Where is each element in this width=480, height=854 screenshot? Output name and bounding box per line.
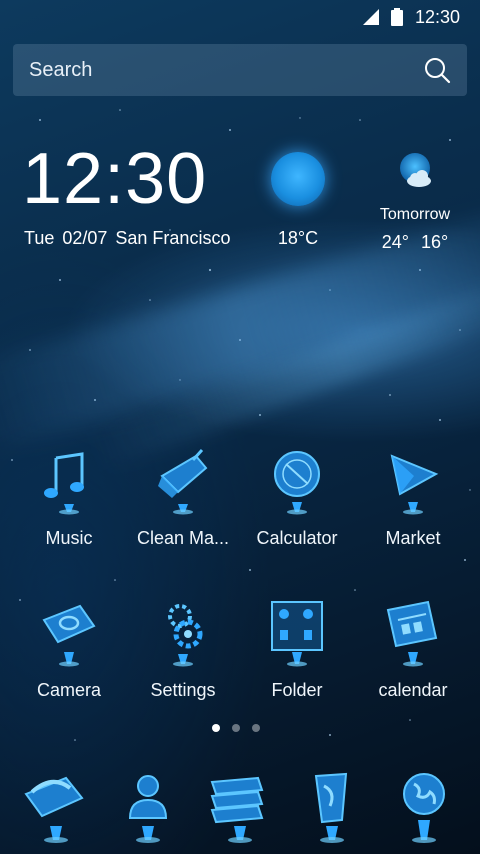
date-label: 02/07 [62,228,108,248]
date-location: Tue 02/07 San Francisco [24,228,230,249]
signal-icon [362,9,379,25]
current-temperature: 18°C [277,228,319,248]
folder-icon [271,601,323,667]
phone-icon[interactable] [16,766,96,846]
clock-time[interactable]: 12:30 [22,138,207,220]
tomorrow-high: 24° [381,232,409,252]
tomorrow-temps: 24° 16° [370,232,460,253]
app-market[interactable]: Market [358,446,468,549]
day-label: Tue [24,228,55,248]
app-folder[interactable]: Folder [242,598,352,701]
status-time: 12:30 [414,6,460,27]
app-clean-master[interactable]: Clean Ma... [128,446,238,549]
tomorrow-weather[interactable]: Tomorrow 24° 16° [370,152,460,253]
broom-icon [158,448,208,515]
status-bar: 12:30 [0,0,480,34]
globe-icon[interactable] [384,766,464,846]
current-weather[interactable]: 18°C [266,152,330,249]
app-calculator[interactable]: Calculator [242,446,352,549]
calendar-icon [386,600,438,667]
app-label: Folder [271,680,323,700]
page-dot[interactable] [252,724,260,732]
page-indicator [212,724,260,732]
gear-icon [168,604,203,667]
city-label: San Francisco [115,228,231,248]
app-label: Camera [36,680,102,700]
app-label: Market [385,528,441,548]
battery-icon [390,8,403,26]
app-label: calendar [378,680,448,700]
tomorrow-low: 16° [421,232,449,252]
play-store-icon [390,454,439,515]
app-label: Calculator [256,528,338,548]
search-icon[interactable] [423,56,451,84]
partly-cloudy-icon [400,153,431,187]
camera-icon [42,604,96,667]
tomorrow-label: Tomorrow [379,206,451,223]
app-label: Settings [150,680,216,700]
app-camera[interactable]: Camera [14,598,124,701]
browser-icon[interactable] [292,766,372,846]
app-music[interactable]: Music [14,446,124,549]
search-bar[interactable]: Search [13,44,467,96]
page-dot-active[interactable] [212,724,220,732]
app-label: Music [45,528,93,548]
page-dot[interactable] [232,724,240,732]
app-label: Clean Ma... [136,528,230,548]
calculator-icon [274,451,320,515]
sunny-weather-icon [271,152,325,206]
search-input[interactable]: Search [29,59,423,82]
contacts-icon[interactable] [108,766,188,846]
app-calendar[interactable]: calendar [358,598,468,701]
messages-icon[interactable] [200,766,280,846]
music-note-icon [44,452,84,515]
app-settings[interactable]: Settings [128,598,238,701]
dock [0,760,480,854]
